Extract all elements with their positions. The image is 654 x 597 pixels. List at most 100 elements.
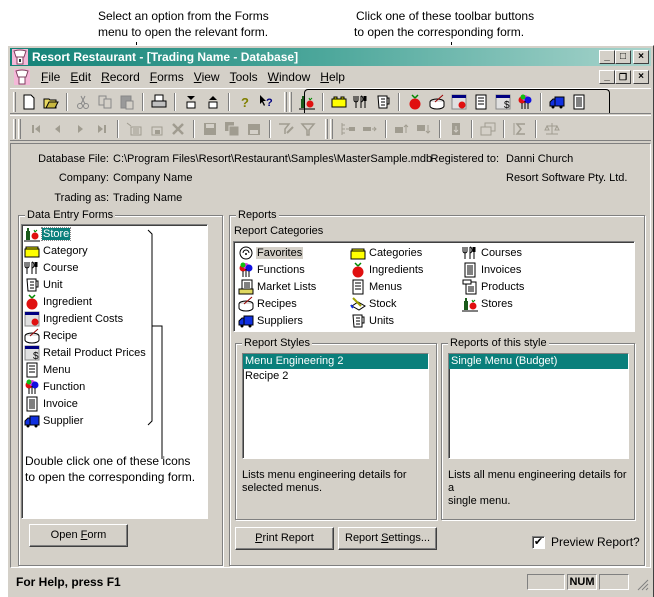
balance-icon[interactable] <box>541 119 563 139</box>
filter-apply-icon[interactable] <box>275 119 297 139</box>
menu-edit[interactable]: Edit <box>65 70 96 84</box>
report-category-products[interactable]: Products <box>460 278 525 295</box>
preview-report-checkbox[interactable]: ✔ Preview Report? <box>532 535 640 549</box>
report-category-invoices[interactable]: Invoices <box>460 261 522 278</box>
separator <box>471 120 473 138</box>
close-button[interactable]: × <box>633 50 649 64</box>
last-record-icon[interactable] <box>91 119 113 139</box>
toolbar-grip[interactable] <box>18 119 21 139</box>
context-help-icon[interactable]: ? <box>256 92 278 112</box>
open-icon[interactable] <box>40 92 62 112</box>
form-item-retail-product-prices[interactable]: $ Retail Product Prices <box>22 344 207 361</box>
menu-help[interactable]: Help <box>315 70 350 84</box>
form-item-unit[interactable]: Unit <box>22 276 207 293</box>
report-styles-list[interactable]: Menu Engineering 2 Recipe 2 <box>242 353 429 459</box>
remove-item-icon[interactable] <box>337 119 359 139</box>
report-category-stock[interactable]: Stock <box>348 295 398 312</box>
print-report-button[interactable]: Print Report <box>235 527 334 550</box>
previous-record-icon[interactable] <box>47 119 69 139</box>
mdi-minimize-button[interactable]: _ <box>599 70 615 84</box>
import-icon[interactable] <box>445 119 467 139</box>
report-style-item[interactable]: Recipe 2 <box>243 369 428 384</box>
move-down-icon[interactable] <box>180 92 202 112</box>
copy-icon[interactable] <box>94 92 116 112</box>
report-category-functions[interactable]: Functions <box>236 261 306 278</box>
menu-view[interactable]: View <box>189 70 225 84</box>
status-pane-caps <box>527 574 565 590</box>
move-item-up-icon[interactable] <box>391 119 413 139</box>
form-item-category[interactable]: Category <box>22 242 207 259</box>
mdi-close-button[interactable]: × <box>633 70 649 84</box>
report-item[interactable]: Single Menu (Budget) <box>449 354 628 369</box>
form-item-ingredient-costs[interactable]: Ingredient Costs <box>22 310 207 327</box>
form-item-ingredient[interactable]: Ingredient <box>22 293 207 310</box>
report-styles-group: Report Styles Menu Engineering 2 Recipe 2… <box>235 337 437 520</box>
form-item-function[interactable]: Function <box>22 378 207 395</box>
toolbar-grip[interactable] <box>284 92 287 112</box>
delete-record-icon[interactable] <box>167 119 189 139</box>
resize-grip-icon[interactable] <box>637 579 649 591</box>
save-all-icon[interactable] <box>221 119 243 139</box>
print-icon[interactable] <box>148 92 170 112</box>
new-icon[interactable] <box>18 92 40 112</box>
toolbar-grip[interactable] <box>13 92 16 112</box>
maximize-button[interactable]: □ <box>615 50 631 64</box>
add-item-icon[interactable] <box>359 119 381 139</box>
copy-record-icon[interactable] <box>145 119 167 139</box>
toolbar-grip[interactable] <box>289 92 292 112</box>
move-item-down-icon[interactable] <box>413 119 435 139</box>
cut-icon[interactable] <box>72 92 94 112</box>
report-category-suppliers[interactable]: Suppliers <box>236 312 304 329</box>
report-category-recipes[interactable]: Recipes <box>236 295 298 312</box>
open-form-button[interactable]: Open Form <box>29 524 128 547</box>
report-category-favorites[interactable]: Favorites <box>236 244 304 261</box>
checkbox-icon[interactable]: ✔ <box>532 535 545 549</box>
form-item-supplier[interactable]: Supplier <box>22 412 207 429</box>
toolbar-grip[interactable] <box>330 119 333 139</box>
first-record-icon[interactable] <box>25 119 47 139</box>
form-item-recipe[interactable]: Recipe <box>22 327 207 344</box>
report-category-market-lists[interactable]: Market Lists <box>236 278 317 295</box>
report-category-categories[interactable]: Categories <box>348 244 423 261</box>
paste-icon[interactable] <box>116 92 138 112</box>
form-item-label: Menu <box>43 363 71 376</box>
menu-record[interactable]: Record <box>96 70 145 84</box>
menu-tools[interactable]: Tools <box>225 70 263 84</box>
form-item-menu[interactable]: Menu <box>22 361 207 378</box>
save-close-icon[interactable] <box>243 119 265 139</box>
report-style-item[interactable]: Menu Engineering 2 <box>243 354 428 369</box>
report-categories-list[interactable]: Favorites Functions Market Lists Recipes Sup… <box>233 241 635 332</box>
form-item-invoice[interactable]: Invoice <box>22 395 207 412</box>
form-item-store[interactable]: Store <box>22 225 207 242</box>
mdi-restore-button[interactable]: ❐ <box>615 70 631 84</box>
callout-toolbar: Click one of these toolbar buttons to op… <box>354 8 534 40</box>
form-item-course[interactable]: Course <box>22 259 207 276</box>
menu-file[interactable]: File <box>36 70 65 84</box>
separator <box>193 120 195 138</box>
new-record-icon[interactable] <box>123 119 145 139</box>
form-item-label: Function <box>43 380 86 393</box>
reports-of-style-list[interactable]: Single Menu (Budget) <box>448 353 629 459</box>
toolbar-grip[interactable] <box>13 119 16 139</box>
status-bar: For Help, press F1 NUM <box>10 571 651 593</box>
sum-icon[interactable] <box>509 119 531 139</box>
help-icon[interactable]: ? <box>234 92 256 112</box>
next-record-icon[interactable] <box>69 119 91 139</box>
save-icon[interactable] <box>199 119 221 139</box>
move-up-icon[interactable] <box>202 92 224 112</box>
report-category-courses[interactable]: Courses <box>460 244 523 261</box>
toolbar-grip[interactable] <box>325 119 328 139</box>
minimize-button[interactable]: _ <box>599 50 615 64</box>
report-settings-button[interactable]: Report Settings... <box>338 527 437 550</box>
doc-icon[interactable] <box>14 69 30 85</box>
filter-icon[interactable] <box>297 119 319 139</box>
report-category-stores[interactable]: Stores <box>460 295 514 312</box>
windows-icon[interactable] <box>477 119 499 139</box>
report-category-units[interactable]: Units <box>348 312 395 329</box>
report-category-menus[interactable]: Menus <box>348 278 403 295</box>
report-category-ingredients[interactable]: Ingredients <box>348 261 424 278</box>
menu-window[interactable]: Window <box>263 70 316 84</box>
separator <box>117 120 119 138</box>
menu-forms[interactable]: Forms <box>145 70 189 84</box>
data-entry-forms-list[interactable]: Store Category Course Unit Ingredient Ingredi… <box>21 224 208 519</box>
